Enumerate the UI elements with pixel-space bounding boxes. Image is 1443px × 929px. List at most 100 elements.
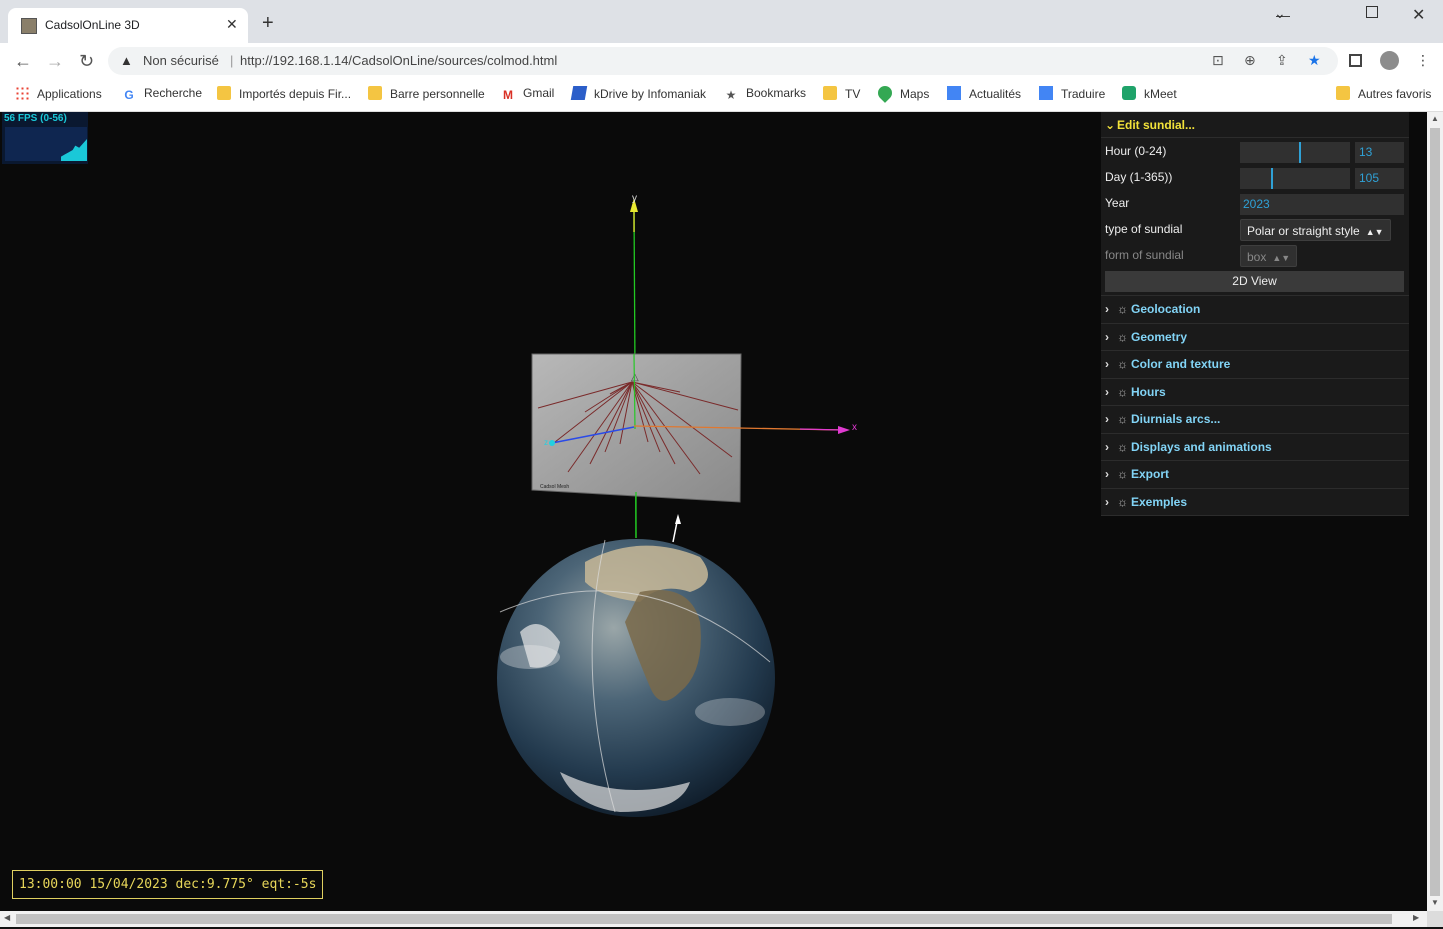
browser-tab[interactable]: CadsolOnLine 3D ✕ xyxy=(8,8,248,43)
scroll-up-icon[interactable]: ▲ xyxy=(1431,114,1439,123)
vertical-scroll-thumb[interactable] xyxy=(1430,128,1440,896)
horizontal-scrollbar[interactable]: ◀ ▶ xyxy=(0,911,1427,927)
bookmark-tv[interactable]: TV xyxy=(823,86,860,101)
bookmark-bookmarks[interactable]: ★ Bookmarks xyxy=(724,86,806,102)
folder-export[interactable]: › ☼ Export xyxy=(1101,461,1409,489)
zoom-icon[interactable]: ⊕ xyxy=(1244,52,1256,69)
gear-icon: ☼ xyxy=(1117,494,1128,509)
folder-exemples[interactable]: › ☼ Exemples xyxy=(1101,489,1409,516)
fps-text: 56 FPS (0-56) xyxy=(4,113,67,124)
type-select[interactable]: Polar or straight style ▲▼ xyxy=(1240,219,1391,241)
bookmark-autres-favoris[interactable]: Autres favoris xyxy=(1336,86,1431,101)
bookmark-gmail[interactable]: M Gmail xyxy=(501,86,554,102)
profile-avatar-icon[interactable] xyxy=(1380,51,1399,70)
folder-displays-animations[interactable]: › ☼ Displays and animations xyxy=(1101,434,1409,461)
form-control: form of sundial box ▲▼ xyxy=(1101,242,1409,268)
year-control: Year 2023 xyxy=(1101,190,1409,216)
chevron-right-icon: › xyxy=(1105,467,1109,481)
reload-icon[interactable]: ↻ xyxy=(79,51,94,72)
hour-slider[interactable] xyxy=(1240,142,1350,163)
forward-arrow-icon[interactable]: → xyxy=(46,51,64,72)
address-bar[interactable]: ▲ Non sécurisé | http://192.168.1.14/Cad… xyxy=(108,47,1338,75)
minimize-icon[interactable]: — xyxy=(1276,7,1290,23)
translate-icon xyxy=(1039,86,1053,100)
tab-title: CadsolOnLine 3D xyxy=(45,18,140,32)
hour-slider-knob[interactable] xyxy=(1299,142,1301,163)
scroll-right-icon[interactable]: ▶ xyxy=(1413,913,1419,922)
view-row: 2D View xyxy=(1101,268,1409,296)
x-axis-label: x xyxy=(852,422,857,433)
url-text[interactable]: http://192.168.1.14/CadsolOnLine/sources… xyxy=(240,53,557,68)
folder-geolocation[interactable]: › ☼ Geolocation xyxy=(1101,296,1409,324)
bookmark-actualites[interactable]: Actualités xyxy=(947,86,1021,101)
side-panel-icon[interactable] xyxy=(1349,54,1362,67)
gear-icon: ☼ xyxy=(1117,384,1128,399)
browser-toolbar: ← → ↻ ▲ Non sécurisé | http://192.168.1.… xyxy=(0,43,1443,80)
folder-color-texture[interactable]: › ☼ Color and texture xyxy=(1101,351,1409,379)
gmail-icon: M xyxy=(503,88,513,102)
closed-folders: › ☼ Geolocation › ☼ Geometry › ☼ Color and tex… xyxy=(1101,296,1409,516)
share-icon[interactable]: ⇪ xyxy=(1276,52,1288,69)
gear-icon: ☼ xyxy=(1117,357,1128,371)
security-label[interactable]: Non sécurisé xyxy=(143,53,219,68)
folder-diurnal-arcs[interactable]: › ☼ Diurnials arcs... xyxy=(1101,406,1409,434)
chevron-right-icon: › xyxy=(1105,384,1109,399)
sun-direction-arrow xyxy=(672,514,681,543)
bookmark-importes[interactable]: Importés depuis Fir... xyxy=(217,86,351,101)
bookmark-applications[interactable]: Applications xyxy=(15,86,102,101)
chevron-right-icon: › xyxy=(1105,439,1109,454)
horizontal-scroll-thumb[interactable] xyxy=(16,914,1392,924)
back-arrow-icon[interactable]: ← xyxy=(14,51,32,72)
news-icon xyxy=(947,86,961,100)
chevron-right-icon: › xyxy=(1105,329,1109,344)
new-tab-button[interactable]: + xyxy=(262,13,274,33)
window-close-icon[interactable]: ✕ xyxy=(1412,5,1425,25)
folder-hours[interactable]: › ☼ Hours xyxy=(1101,379,1409,406)
3d-viewport[interactable]: Cadsol Mesh △ y x z 56 FPS (0-56) 13:00:… xyxy=(0,112,1427,911)
hour-input[interactable]: 13 xyxy=(1355,142,1404,163)
2d-view-button[interactable]: 2D View xyxy=(1105,271,1404,292)
folder-icon xyxy=(823,86,837,100)
scroll-down-icon[interactable]: ▼ xyxy=(1431,898,1439,907)
bookmark-barre-personnelle[interactable]: Barre personnelle xyxy=(368,86,485,101)
z-axis-point xyxy=(549,440,555,446)
z-axis-label: z xyxy=(544,438,548,447)
day-slider[interactable] xyxy=(1240,168,1350,189)
star-icon: ★ xyxy=(725,88,737,102)
bookmark-kmeet[interactable]: kMeet xyxy=(1122,86,1177,101)
google-icon: G xyxy=(124,88,134,102)
earth-globe xyxy=(497,539,775,817)
fps-graph xyxy=(5,127,87,161)
gear-icon: ☼ xyxy=(1117,302,1128,316)
scroll-left-icon[interactable]: ◀ xyxy=(4,913,10,922)
form-select[interactable]: box ▲▼ xyxy=(1240,245,1298,267)
vertical-scrollbar[interactable]: ▲ ▼ xyxy=(1427,112,1443,911)
menu-kebab-icon[interactable]: ⋮ xyxy=(1416,52,1430,69)
y-axis-label: y xyxy=(632,193,637,204)
hour-label: Hour (0-24) xyxy=(1105,144,1167,158)
year-input[interactable]: 2023 xyxy=(1240,194,1404,215)
bookmark-star-icon[interactable]: ★ xyxy=(1308,52,1321,69)
gear-icon: ☼ xyxy=(1117,439,1128,454)
maximize-icon[interactable] xyxy=(1366,6,1378,18)
scrollbar-corner xyxy=(1427,911,1443,927)
bookmark-maps[interactable]: Maps xyxy=(875,83,929,103)
bookmark-traduire[interactable]: Traduire xyxy=(1039,86,1105,101)
translate-icon[interactable]: ⊡ xyxy=(1212,52,1224,69)
fps-monitor[interactable]: 56 FPS (0-56) xyxy=(2,112,88,164)
day-slider-knob[interactable] xyxy=(1271,168,1273,189)
day-input[interactable]: 105 xyxy=(1355,168,1404,189)
maps-pin-icon xyxy=(875,83,895,103)
tab-close-icon[interactable]: ✕ xyxy=(226,16,238,33)
type-control: type of sundial Polar or straight style ▲… xyxy=(1101,216,1409,242)
kdrive-icon xyxy=(570,86,588,100)
bookmark-kdrive[interactable]: kDrive by Infomaniak xyxy=(570,86,706,101)
favicon-icon xyxy=(21,18,37,34)
gear-icon: ☼ xyxy=(1117,467,1128,481)
bookmark-recherche[interactable]: G Recherche xyxy=(122,86,202,102)
folder-icon xyxy=(217,86,231,100)
select-arrows-icon: ▲▼ xyxy=(1365,227,1384,237)
chevron-down-icon: ⌄ xyxy=(1105,118,1116,132)
folder-edit-sundial[interactable]: ⌄ Edit sundial... xyxy=(1101,112,1409,138)
folder-geometry[interactable]: › ☼ Geometry xyxy=(1101,324,1409,351)
